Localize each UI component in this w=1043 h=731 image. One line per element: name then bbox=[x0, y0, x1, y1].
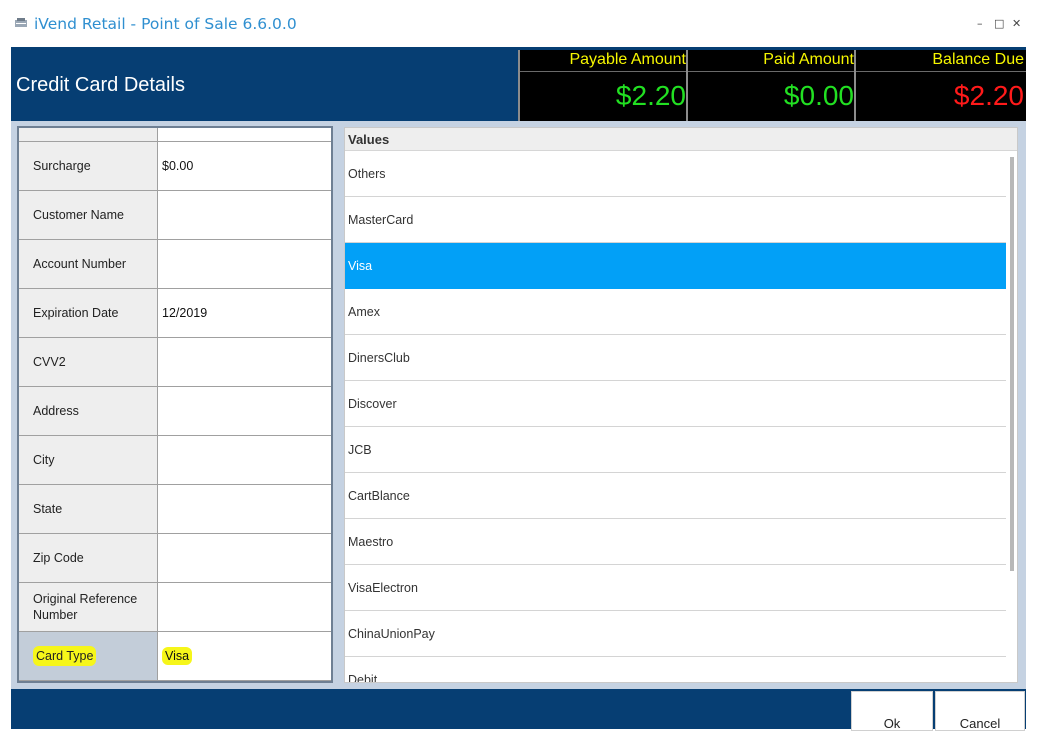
balance-due-label: Balance Due bbox=[932, 51, 1024, 68]
field-row-surcharge[interactable]: Surcharge $0.00 bbox=[19, 142, 331, 191]
minimize-button[interactable]: – bbox=[977, 17, 983, 30]
field-row-state[interactable]: State bbox=[19, 485, 331, 534]
cvv2-field[interactable] bbox=[159, 338, 331, 386]
title-bar: iVend Retail - Point of Sale 6.6.0.0 – □… bbox=[0, 0, 1043, 47]
paid-amount-box: Paid Amount $0.00 bbox=[686, 50, 856, 121]
list-item[interactable]: JCB bbox=[345, 427, 1006, 473]
state-field[interactable] bbox=[159, 485, 331, 533]
footer-bar: Ok Cancel bbox=[11, 689, 1026, 731]
list-item[interactable]: Others bbox=[345, 151, 1006, 197]
list-item[interactable]: DinersClub bbox=[345, 335, 1006, 381]
field-row-customer-name[interactable]: Customer Name bbox=[19, 191, 331, 240]
divider bbox=[688, 71, 856, 72]
field-row-original-reference-number[interactable]: Original Reference Number bbox=[19, 583, 331, 632]
account-number-field[interactable] bbox=[159, 240, 331, 288]
maximize-button[interactable]: □ bbox=[994, 17, 1004, 30]
card-type-label: Card Type bbox=[33, 646, 97, 666]
list-item-selected[interactable]: Visa bbox=[345, 243, 1006, 289]
balance-due-value: $2.20 bbox=[953, 80, 1024, 111]
field-label bbox=[19, 128, 158, 141]
surcharge-field[interactable]: $0.00 bbox=[159, 142, 331, 190]
field-label: Surcharge bbox=[19, 142, 158, 190]
payable-amount-value: $2.20 bbox=[615, 80, 686, 111]
field-label: State bbox=[19, 485, 158, 533]
window-title: iVend Retail - Point of Sale 6.6.0.0 bbox=[34, 15, 297, 33]
card-type-field[interactable]: Visa bbox=[159, 632, 331, 680]
divider bbox=[856, 71, 1026, 72]
divider bbox=[520, 71, 688, 72]
field-row-top[interactable] bbox=[19, 128, 331, 142]
field-label: City bbox=[19, 436, 158, 484]
field-row-account-number[interactable]: Account Number bbox=[19, 240, 331, 289]
app-icon bbox=[15, 18, 27, 27]
field-row-expiration-date[interactable]: Expiration Date 12/2019 bbox=[19, 289, 331, 338]
list-item[interactable]: CartBlance bbox=[345, 473, 1006, 519]
field-row-address[interactable]: Address bbox=[19, 387, 331, 436]
balance-due-box: Balance Due $2.20 bbox=[854, 50, 1026, 121]
payable-amount-box: Payable Amount $2.20 bbox=[518, 50, 688, 121]
city-field[interactable] bbox=[159, 436, 331, 484]
payable-amount-label: Payable Amount bbox=[569, 51, 686, 68]
list-item[interactable]: Debit bbox=[345, 657, 1006, 683]
card-fields-panel: Surcharge $0.00 Customer Name Account Nu… bbox=[17, 126, 333, 683]
ok-button[interactable]: Ok bbox=[851, 691, 933, 731]
list-item[interactable]: Amex bbox=[345, 289, 1006, 335]
field-row-card-type[interactable]: Card Type Visa bbox=[19, 632, 331, 681]
values-header: Values bbox=[345, 128, 1017, 151]
field-row-city[interactable]: City bbox=[19, 436, 331, 485]
close-button[interactable]: ✕ bbox=[1012, 17, 1021, 30]
zip-code-field[interactable] bbox=[159, 534, 331, 582]
list-item[interactable]: Maestro bbox=[345, 519, 1006, 565]
header-bar: Credit Card Details Payable Amount $2.20… bbox=[11, 47, 1026, 121]
card-type-value: Visa bbox=[162, 647, 193, 665]
page-title: Credit Card Details bbox=[16, 74, 185, 96]
field-label: Account Number bbox=[19, 240, 158, 288]
customer-name-field[interactable] bbox=[159, 191, 331, 239]
field-row-cvv2[interactable]: CVV2 bbox=[19, 338, 331, 387]
field-label: CVV2 bbox=[19, 338, 158, 386]
field-row-zip-code[interactable]: Zip Code bbox=[19, 534, 331, 583]
list-item[interactable]: ChinaUnionPay bbox=[345, 611, 1006, 657]
field-label: Original Reference Number bbox=[19, 583, 158, 631]
original-reference-number-field[interactable] bbox=[159, 583, 331, 631]
paid-amount-label: Paid Amount bbox=[763, 51, 854, 68]
content-area: Surcharge $0.00 Customer Name Account Nu… bbox=[11, 121, 1026, 689]
expiration-date-field[interactable]: 12/2019 bbox=[159, 289, 331, 337]
list-item[interactable]: Discover bbox=[345, 381, 1006, 427]
field-value[interactable] bbox=[159, 128, 331, 141]
scrollbar-thumb[interactable] bbox=[1010, 157, 1014, 571]
list-item[interactable]: MasterCard bbox=[345, 197, 1006, 243]
field-label: Card Type bbox=[19, 632, 158, 680]
list-item[interactable]: VisaElectron bbox=[345, 565, 1006, 611]
field-label: Expiration Date bbox=[19, 289, 158, 337]
scrollbar[interactable] bbox=[1007, 151, 1017, 682]
paid-amount-value: $0.00 bbox=[783, 80, 854, 111]
field-label: Zip Code bbox=[19, 534, 158, 582]
field-label: Customer Name bbox=[19, 191, 158, 239]
field-label: Address bbox=[19, 387, 158, 435]
values-list: Values Others MasterCard Visa Amex Diner… bbox=[344, 127, 1018, 683]
address-field[interactable] bbox=[159, 387, 331, 435]
cancel-button[interactable]: Cancel bbox=[935, 691, 1025, 731]
